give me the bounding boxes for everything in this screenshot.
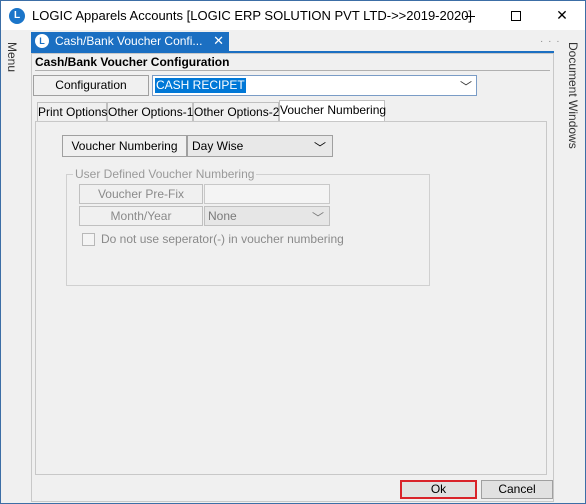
- voucher-numbering-value: Day Wise: [192, 139, 244, 153]
- configuration-value: CASH RECIPET: [155, 78, 246, 93]
- minimize-icon: [465, 15, 475, 17]
- separator-checkbox[interactable]: [82, 233, 95, 246]
- menu-sidebar[interactable]: Menu: [1, 30, 25, 503]
- ok-button[interactable]: Ok: [400, 480, 477, 499]
- voucher-numbering-select[interactable]: Day Wise ﹀: [187, 135, 333, 157]
- document-tab-label: Cash/Bank Voucher Confi...: [55, 34, 203, 48]
- tab-voucher-numbering[interactable]: Voucher Numbering: [279, 100, 386, 123]
- month-year-select[interactable]: None ﹀: [204, 206, 330, 226]
- voucher-numbering-label: Voucher Numbering: [62, 135, 187, 157]
- tab-logo-icon: L: [35, 34, 49, 48]
- prefix-label: Voucher Pre-Fix: [79, 184, 203, 204]
- menu-label[interactable]: Menu: [5, 42, 19, 72]
- chevron-down-icon[interactable]: ﹀: [312, 209, 324, 226]
- separator-checkbox-label: Do not use seperator(-) in voucher numbe…: [101, 232, 344, 246]
- voucher-config-form: Cash/Bank Voucher Configuration Configur…: [31, 53, 554, 502]
- tab-print-options[interactable]: Print Options: [37, 102, 107, 122]
- voucher-numbering-page: Voucher Numbering Day Wise ﹀ User Define…: [35, 121, 547, 475]
- document-windows-label[interactable]: Document Windows: [566, 42, 580, 149]
- group-title: User Defined Voucher Numbering: [73, 167, 257, 181]
- heading-divider: [35, 70, 550, 71]
- chevron-down-icon[interactable]: ﹀: [314, 139, 326, 156]
- app-logo-icon: L: [9, 8, 25, 24]
- form-heading: Cash/Bank Voucher Configuration: [35, 55, 230, 69]
- month-year-value: None: [208, 209, 237, 223]
- maximize-button[interactable]: [493, 1, 539, 30]
- maximize-icon: [511, 11, 521, 22]
- title-bar[interactable]: L LOGIC Apparels Accounts [LOGIC ERP SOL…: [1, 1, 585, 30]
- tab-other-options-2[interactable]: Other Options-2: [193, 102, 279, 122]
- close-icon: ✕: [556, 7, 568, 23]
- window-title: LOGIC Apparels Accounts [LOGIC ERP SOLUT…: [32, 8, 473, 23]
- close-button[interactable]: ✕: [539, 1, 585, 30]
- overflow-dots-icon: · · ·: [540, 36, 561, 47]
- cancel-button[interactable]: Cancel: [481, 480, 553, 499]
- prefix-input[interactable]: [204, 184, 330, 204]
- minimize-button[interactable]: [447, 1, 493, 30]
- configuration-select[interactable]: CASH RECIPET ﹀: [152, 75, 477, 96]
- chevron-down-icon[interactable]: ﹀: [460, 78, 472, 95]
- user-defined-numbering-group: User Defined Voucher Numbering Voucher P…: [66, 167, 430, 286]
- document-tab[interactable]: L Cash/Bank Voucher Confi... ✕: [31, 32, 229, 51]
- tab-other-options-1[interactable]: Other Options-1: [107, 102, 193, 122]
- configuration-label: Configuration: [33, 75, 149, 96]
- document-windows-sidebar[interactable]: Document Windows: [561, 30, 585, 503]
- month-year-label: Month/Year: [79, 206, 203, 226]
- tab-close-icon[interactable]: ✕: [213, 33, 224, 49]
